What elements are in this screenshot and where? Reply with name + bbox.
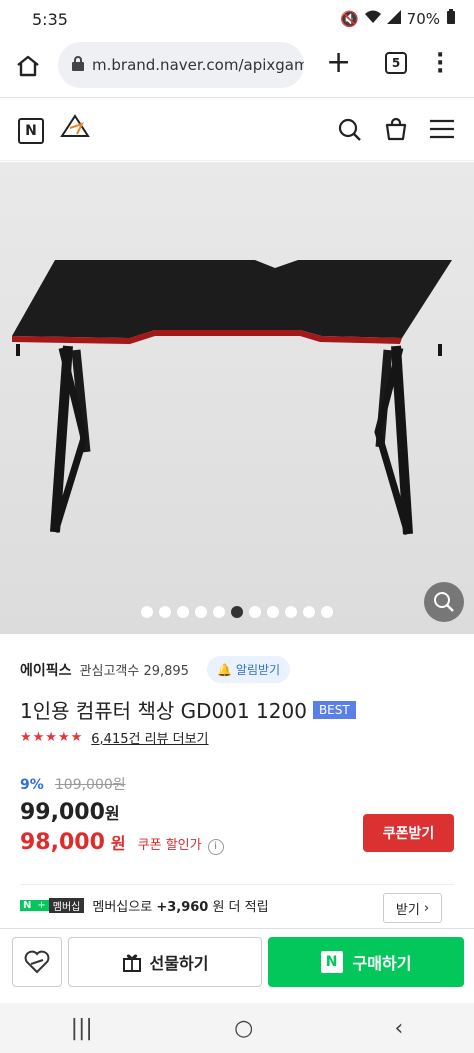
back-button[interactable]: ‹ [395,1016,404,1041]
battery-percent: 70% [406,10,440,28]
gallery-dot[interactable] [321,606,333,618]
desk-illustration [0,162,474,634]
heart-icon [24,950,50,974]
hamburger-icon [430,119,454,139]
gallery-dot[interactable] [249,606,261,618]
home-nav-button[interactable]: ○ [234,1016,253,1041]
search-button[interactable] [338,118,362,146]
purchase-bar: 선물하기 N 구매하기 [0,928,474,1000]
lock-icon [72,55,84,75]
chevron-right-icon: › [419,900,430,916]
gift-label: 선물하기 [149,954,209,973]
buy-label: 구매하기 [352,954,412,973]
rating-stars: ★★★★★ [20,730,84,745]
store-header: N [0,97,474,161]
membership-text: 멤버십으로 +3,960 원 더 적립 [92,900,269,915]
membership-points: +3,960 [156,900,209,915]
gallery-dot[interactable] [177,606,189,618]
battery-icon [446,9,456,29]
info-icon[interactable]: i [207,838,224,855]
product-title-row: 1인용 컴퓨터 책상 GD001 1200 BEST [20,695,356,724]
sale-price-unit: 원 [104,804,120,823]
gift-button[interactable]: 선물하기 [68,937,262,987]
mute-icon: 🔇 [339,10,359,28]
coupon-price-unit: 원 [110,834,126,853]
naver-logo[interactable]: N [18,118,44,144]
membership-badge: N + 멤버십 [20,897,85,915]
buy-button[interactable]: N 구매하기 [268,937,464,987]
apix-logo-icon [60,114,90,137]
gallery-dot[interactable] [231,606,243,618]
naver-pay-icon: N [320,951,343,973]
tab-switcher-button[interactable]: 5 [385,52,407,74]
review-link[interactable]: 6,415건 리뷰 더보기 [91,728,208,747]
alarm-label: 알림받기 [235,663,281,677]
system-nav-bar: ||| ○ ‹ [0,1003,474,1053]
best-badge: BEST [312,700,356,719]
price-original-row: 9% 109,000원 [20,774,126,794]
membership-row: N + 멤버십 멤버십으로 +3,960 원 더 적립 받기 › [20,884,454,926]
more-vertical-icon: · · · [436,43,445,84]
shopping-bag-icon [385,117,407,141]
recent-apps-button[interactable]: ||| [71,1016,93,1041]
gallery-dot[interactable] [141,606,153,618]
product-title: 1인용 컴퓨터 책상 GD001 1200 [20,699,307,723]
plus-icon: + [326,45,352,80]
gallery-dot[interactable] [213,606,225,618]
home-icon [17,55,39,77]
hamburger-menu-button[interactable] [430,119,454,143]
coupon-price-row: 98,000 원 쿠폰 할인가 i [20,830,224,855]
gallery-pagination [0,606,474,618]
status-bar: 5:35 🔇 70% [0,0,474,38]
membership-get-button[interactable]: 받기 › [383,893,442,923]
zoom-icon [434,592,454,612]
review-row: ★★★★★ 6,415건 리뷰 더보기 [20,728,209,747]
apix-logo[interactable] [60,114,90,146]
alarm-button[interactable]: 🔔 알림받기 [206,656,291,683]
browser-toolbar: m.brand.naver.com/apixgami + 5 · · · [0,38,474,94]
zoom-button[interactable] [424,582,464,622]
coupon-button[interactable]: 쿠폰받기 [363,814,454,852]
browser-menu-button[interactable]: · · · [436,45,444,83]
search-icon [338,118,361,141]
status-time: 5:35 [32,9,68,29]
gallery-dot[interactable] [303,606,315,618]
store-info-row: 에이픽스 관심고객수 29,895 🔔 알림받기 [20,656,291,683]
discount-rate: 9% [20,777,44,793]
gallery-dot[interactable] [285,606,297,618]
product-image[interactable] [0,162,474,634]
gallery-dot[interactable] [195,606,207,618]
coupon-price: 98,000 [20,830,105,855]
status-icons: 🔇 70% [340,9,456,29]
gallery-dot[interactable] [159,606,171,618]
wifi-icon [364,10,381,28]
sale-price: 99,000 [20,800,105,825]
url-bar[interactable]: m.brand.naver.com/apixgami [58,42,304,88]
coupon-label: 쿠폰 할인가 [137,838,202,853]
like-button[interactable] [12,937,62,987]
gallery-dot[interactable] [267,606,279,618]
signal-icon [386,10,401,28]
home-button[interactable] [0,55,56,77]
cart-button[interactable] [384,117,408,145]
original-price: 109,000원 [54,777,126,793]
interest-count: 관심고객수 29,895 [79,664,189,679]
bell-icon: 🔔 [216,662,232,677]
sale-price-row: 99,000원 [20,800,120,825]
gift-icon [122,954,141,972]
url-text: m.brand.naver.com/apixgami [92,56,304,74]
store-name[interactable]: 에이픽스 [20,660,72,680]
new-tab-button[interactable]: + [326,48,351,78]
